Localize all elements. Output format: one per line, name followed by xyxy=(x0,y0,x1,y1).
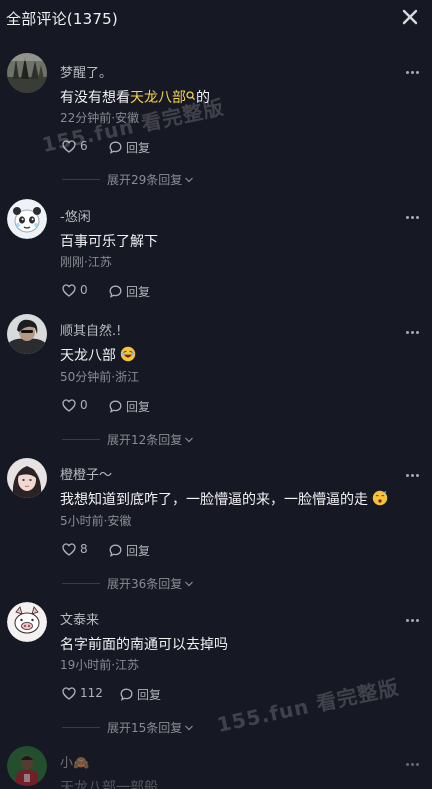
like-count: 6 xyxy=(80,139,88,153)
heart-icon xyxy=(62,283,76,297)
reply-button[interactable]: 回复 xyxy=(109,398,150,415)
username[interactable]: 顺其自然.! xyxy=(60,320,121,339)
expand-replies-label: 展开12条回复 xyxy=(107,433,183,447)
laughing-emoji-icon xyxy=(121,346,136,362)
expand-replies-button[interactable]: 展开12条回复 xyxy=(107,431,194,448)
comment-text-part: 有没有想看 xyxy=(60,90,130,106)
avatar[interactable] xyxy=(7,602,47,642)
username[interactable]: -悠闲 xyxy=(60,206,91,225)
like-count: 8 xyxy=(80,542,88,556)
more-options-icon[interactable] xyxy=(406,215,420,221)
like-button[interactable]: 8 xyxy=(62,542,88,556)
comment-meta: 19小时前·江苏 xyxy=(60,658,140,672)
comment-item: 顺其自然.! 天龙八部 50分钟前·浙江 0 回复 展开12条回复 xyxy=(0,312,432,452)
comment-item: -悠闲 百事可乐了解下 刚刚·江苏 0 回复 xyxy=(0,197,432,307)
reply-button[interactable]: 回复 xyxy=(109,139,150,156)
username[interactable]: 橙橙子～ xyxy=(60,464,112,483)
comment-text: 百事可乐了解下 xyxy=(60,234,158,250)
more-options-icon[interactable] xyxy=(406,70,420,76)
heart-icon xyxy=(62,139,76,153)
reply-label: 回复 xyxy=(126,285,151,299)
like-count: 112 xyxy=(80,686,103,700)
comment-text: 天龙八部一部般 xyxy=(60,780,158,789)
comment-text: 我想知道到底咋了，一脸懵逼的来，一脸懵逼的走 xyxy=(60,489,388,509)
like-count: 0 xyxy=(80,398,88,412)
more-options-icon[interactable] xyxy=(406,618,420,624)
comment-item: 梦醒了。 有没有想看天龙八部的 22分钟前·安徽 6 回复 展开29条回复 xyxy=(0,50,432,190)
like-button[interactable]: 112 xyxy=(62,686,103,700)
comment-text-part: 我想知道到底咋了，一脸懵逼的来，一脸懵逼的走 xyxy=(60,492,368,508)
reply-icon xyxy=(109,544,122,557)
replies-toggle: 展开15条回复 xyxy=(62,719,362,735)
replies-toggle: 展开12条回复 xyxy=(62,431,362,447)
reply-icon xyxy=(120,688,133,701)
search-icon[interactable] xyxy=(186,90,196,104)
expand-replies-button[interactable]: 展开36条回复 xyxy=(107,575,194,592)
chevron-down-icon xyxy=(185,437,194,442)
avatar[interactable] xyxy=(7,746,47,786)
heart-icon xyxy=(62,542,76,556)
avatar[interactable] xyxy=(7,53,47,93)
comments-title: 全部评论(1375) xyxy=(6,10,118,28)
reply-label: 回复 xyxy=(126,544,151,558)
avatar[interactable] xyxy=(7,314,47,354)
expand-replies-button[interactable]: 展开29条回复 xyxy=(107,171,194,188)
username[interactable]: 小🙈 xyxy=(60,752,89,771)
comment-item: 小🙈 天龙八部一部般 xyxy=(0,744,432,789)
comment-meta: 50分钟前·浙江 xyxy=(60,370,140,384)
comment-text: 天龙八部 xyxy=(60,345,136,365)
expand-replies-label: 展开29条回复 xyxy=(107,173,183,187)
close-icon[interactable] xyxy=(400,7,420,27)
like-button[interactable]: 6 xyxy=(62,139,88,153)
divider xyxy=(62,583,100,584)
comment-text-part: 天龙八部 xyxy=(60,348,116,364)
reply-label: 回复 xyxy=(126,400,151,414)
comment-meta: 22分钟前·安徽 xyxy=(60,111,140,125)
comment-text: 名字前面的南通可以去掉吗 xyxy=(60,637,228,653)
heart-icon xyxy=(62,398,76,412)
like-button[interactable]: 0 xyxy=(62,398,88,412)
comment-meta: 5小时前·安徽 xyxy=(60,514,132,528)
chevron-down-icon xyxy=(185,177,194,182)
more-options-icon[interactable] xyxy=(406,762,420,768)
comments-header: 全部评论(1375) xyxy=(0,0,432,36)
reply-icon xyxy=(109,141,122,154)
reply-icon xyxy=(109,285,122,298)
username[interactable]: 梦醒了。 xyxy=(60,62,112,81)
avatar[interactable] xyxy=(7,199,47,239)
reply-button[interactable]: 回复 xyxy=(120,686,161,703)
divider xyxy=(62,727,100,728)
comment-item: 文泰来 名字前面的南通可以去掉吗 19小时前·江苏 112 回复 展开15条回复 xyxy=(0,600,432,740)
reply-label: 回复 xyxy=(126,141,151,155)
comment-text-part: 的 xyxy=(196,90,210,106)
like-button[interactable]: 0 xyxy=(62,283,88,297)
chevron-down-icon xyxy=(185,581,194,586)
heart-icon xyxy=(62,686,76,700)
divider xyxy=(62,439,100,440)
expand-replies-button[interactable]: 展开15条回复 xyxy=(107,719,194,736)
more-options-icon[interactable] xyxy=(406,473,420,479)
more-options-icon[interactable] xyxy=(406,330,420,336)
reply-label: 回复 xyxy=(137,688,162,702)
replies-toggle: 展开36条回复 xyxy=(62,575,362,591)
username[interactable]: 文泰来 xyxy=(60,609,99,628)
like-count: 0 xyxy=(80,283,88,297)
comment-item: 橙橙子～ 我想知道到底咋了，一脸懵逼的来，一脸懵逼的走 5小时前·安徽 8 回复… xyxy=(0,455,432,595)
divider xyxy=(62,179,100,180)
expand-replies-label: 展开15条回复 xyxy=(107,721,183,735)
reply-button[interactable]: 回复 xyxy=(109,283,150,300)
reply-icon xyxy=(109,400,122,413)
search-highlight-link[interactable]: 天龙八部 xyxy=(130,90,186,106)
reply-button[interactable]: 回复 xyxy=(109,542,150,559)
replies-toggle: 展开29条回复 xyxy=(62,171,362,187)
chevron-down-icon xyxy=(185,725,194,730)
expand-replies-label: 展开36条回复 xyxy=(107,577,183,591)
avatar[interactable] xyxy=(7,458,47,498)
comment-text: 有没有想看天龙八部的 xyxy=(60,87,210,107)
comment-meta: 刚刚·江苏 xyxy=(60,255,112,269)
confused-emoji-icon xyxy=(373,490,388,506)
